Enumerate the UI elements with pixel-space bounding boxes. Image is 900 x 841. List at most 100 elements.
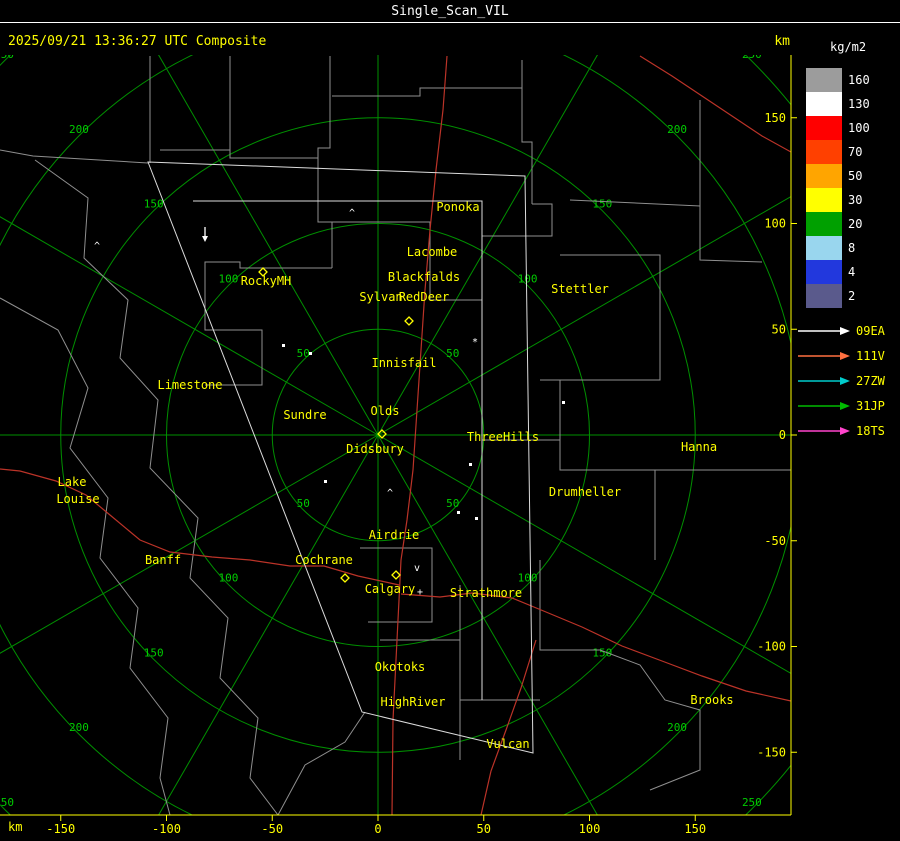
cell-dot-marker bbox=[457, 511, 460, 514]
city-label: Blackfalds bbox=[388, 270, 460, 284]
legend-color-swatch bbox=[806, 212, 842, 236]
storm-track-id: 09EA bbox=[856, 323, 885, 338]
legend-entry: 50 bbox=[800, 164, 900, 188]
storm-track-arrow-icon bbox=[798, 326, 850, 335]
city-label: Sundre bbox=[283, 408, 326, 422]
legend-color-swatch bbox=[806, 92, 842, 116]
range-ring-label: 250 bbox=[0, 48, 14, 61]
range-ring-label: 150 bbox=[592, 646, 612, 659]
legend-entry: 4 bbox=[800, 260, 900, 284]
storm-track-row: 111V bbox=[796, 343, 900, 368]
range-ring-label: 50 bbox=[446, 497, 459, 510]
cell-dot-marker bbox=[324, 480, 327, 483]
y-axis-tick-label: -150 bbox=[757, 745, 786, 759]
legend-entry: 130 bbox=[800, 92, 900, 116]
storm-track-id: 31JP bbox=[856, 398, 885, 413]
plot-area: 50 50 50 50 100 100 100 100 150 150 150 150 200 200 20… bbox=[0, 48, 791, 815]
x-axis-tick-label: 0 bbox=[374, 822, 381, 836]
radar-map-canvas[interactable]: 50 50 50 50 100 100 100 100 150 150 150 150 200 200 20… bbox=[0, 0, 800, 841]
city-labels: Ponoka Lacombe Blackfalds RedDeerSylvan Rock… bbox=[56, 200, 733, 751]
legend-value: 2 bbox=[848, 289, 856, 303]
cell-dot-marker bbox=[475, 517, 478, 520]
cell-glyph-marker: ^ bbox=[94, 241, 100, 252]
x-axis-tick-label: -50 bbox=[261, 822, 283, 836]
cell-glyph-marker: ^ bbox=[387, 488, 393, 499]
legend-color-swatch bbox=[806, 260, 842, 284]
city-label: RockyMH bbox=[241, 274, 292, 288]
range-ring-label: 100 bbox=[518, 572, 538, 585]
range-ring-label: 150 bbox=[144, 198, 164, 211]
legend-unit-label: kg/m2 bbox=[830, 40, 867, 54]
city-label: Olds bbox=[371, 404, 400, 418]
storm-track-id: 27ZW bbox=[856, 373, 885, 388]
cell-glyph-marker: ^ bbox=[349, 208, 355, 219]
range-ring-label: 200 bbox=[69, 123, 89, 136]
y-axis-tick-label: 50 bbox=[772, 322, 786, 336]
cell-glyph-marker: v bbox=[414, 563, 420, 574]
city-label: Hanna bbox=[681, 440, 717, 454]
city-label: Sylvan bbox=[359, 290, 402, 304]
range-ring-label: 150 bbox=[144, 646, 164, 659]
cell-dot-marker bbox=[282, 344, 285, 347]
range-ring-label: 250 bbox=[0, 796, 14, 809]
range-ring-label: 200 bbox=[667, 123, 687, 136]
range-ring-label: 200 bbox=[667, 721, 687, 734]
legend-value: 20 bbox=[848, 217, 863, 231]
storm-track-arrow-icon bbox=[798, 426, 850, 435]
city-label: Airdrie bbox=[369, 528, 420, 542]
city-label: Brooks bbox=[690, 693, 733, 707]
legend-value: 130 bbox=[848, 97, 870, 111]
legend-entry: 8 bbox=[800, 236, 900, 260]
legend-value: 100 bbox=[848, 121, 870, 135]
range-ring-label: 100 bbox=[219, 572, 239, 585]
x-axis-tick-label: -100 bbox=[152, 822, 181, 836]
city-label: Stettler bbox=[551, 282, 609, 296]
legend-entry: 2 bbox=[800, 284, 900, 308]
legend-color-swatch bbox=[806, 284, 842, 308]
city-label: Vulcan bbox=[486, 737, 529, 751]
legend-color-swatch bbox=[806, 116, 842, 140]
x-axis-tick-label: -150 bbox=[46, 822, 75, 836]
cell-dot-marker bbox=[469, 463, 472, 466]
legend-color-swatch bbox=[806, 140, 842, 164]
storm-track-arrow-icon bbox=[798, 351, 850, 360]
city-label: Lake bbox=[58, 475, 87, 489]
range-ring-label: 200 bbox=[69, 721, 89, 734]
y-axis-tick-label: 0 bbox=[779, 428, 786, 442]
cell-dot-marker bbox=[562, 401, 565, 404]
city-label: Cochrane bbox=[295, 553, 353, 567]
storm-track-legend: 09EA 111V 27ZW 31JP 18TS bbox=[796, 318, 900, 443]
city-label: Calgary bbox=[365, 582, 416, 596]
storm-track-id: 111V bbox=[856, 348, 885, 363]
storm-track-row: 18TS bbox=[796, 418, 900, 443]
range-ring-label: 50 bbox=[446, 347, 459, 360]
radar-coverage-outline bbox=[147, 161, 534, 754]
storm-track-id: 18TS bbox=[856, 423, 885, 438]
city-label: Ponoka bbox=[436, 200, 479, 214]
storm-arrowhead bbox=[202, 236, 208, 242]
legend-entry: 70 bbox=[800, 140, 900, 164]
legend-color-swatch bbox=[806, 188, 842, 212]
y-axis-tick-label: 150 bbox=[764, 111, 786, 125]
legend-value: 160 bbox=[848, 73, 870, 87]
city-label: ThreeHills bbox=[467, 430, 539, 444]
legend-value: 50 bbox=[848, 169, 863, 183]
range-ring-label: 50 bbox=[297, 497, 310, 510]
storm-track-arrow-icon bbox=[798, 376, 850, 385]
radar-app-window: Single_Scan_VIL 2025/09/21 13:36:27 UTC … bbox=[0, 0, 900, 841]
legend-color-swatch bbox=[806, 236, 842, 260]
city-label: Strathmore bbox=[450, 586, 522, 600]
storm-cell-markers: * ^ ^ ^ v + bbox=[94, 208, 565, 598]
legend-value: 8 bbox=[848, 241, 856, 255]
city-label: Louise bbox=[56, 492, 99, 506]
range-ring-label: 50 bbox=[297, 347, 310, 360]
range-ring-label: 100 bbox=[518, 272, 538, 285]
city-label: Drumheller bbox=[549, 485, 621, 499]
cell-glyph-marker: * bbox=[472, 337, 478, 348]
legend-value: 30 bbox=[848, 193, 863, 207]
city-label: Okotoks bbox=[375, 660, 426, 674]
x-axis-tick-label: 50 bbox=[477, 822, 491, 836]
legend-entry: 30 bbox=[800, 188, 900, 212]
city-label: Banff bbox=[145, 553, 181, 567]
cell-dot-marker bbox=[309, 352, 312, 355]
